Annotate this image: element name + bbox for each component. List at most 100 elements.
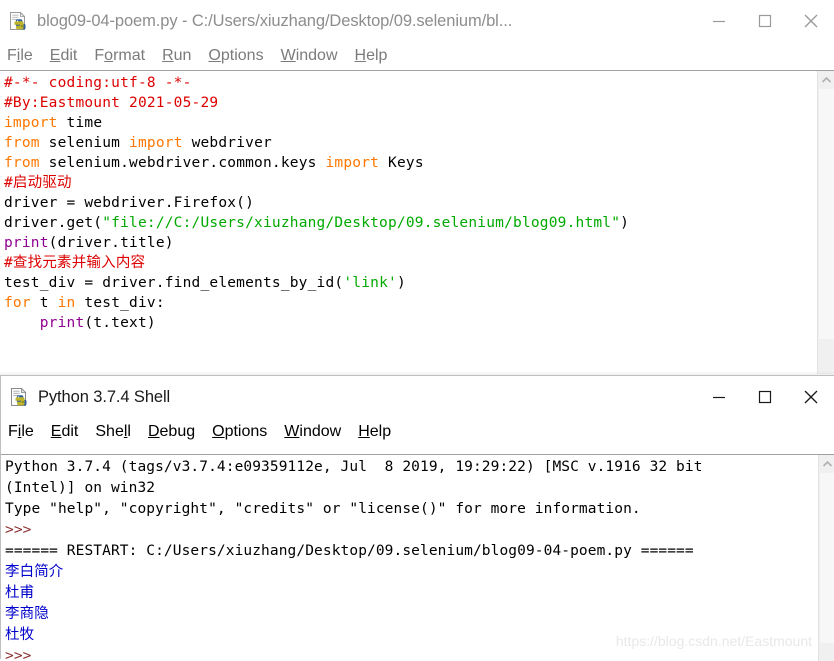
shell-menu-debug[interactable]: Debug	[148, 424, 195, 440]
editor-title-text: blog09-04-poem.py - C:/Users/xiuzhang/De…	[37, 11, 513, 30]
editor-menu-options[interactable]: Options	[208, 48, 263, 64]
code-token: import	[129, 135, 183, 151]
shell-menu-options[interactable]: Options	[212, 424, 267, 440]
code-token: selenium	[39, 135, 130, 151]
code-token: test_div:	[75, 295, 165, 311]
editor-code-line: from selenium import webdriver	[0, 133, 810, 153]
idle-editor-window: blog09-04-poem.py - C:/Users/xiuzhang/De…	[0, 0, 834, 378]
code-token: #启动驱动	[4, 175, 72, 191]
code-token: (Intel)] on win32	[5, 480, 156, 496]
code-token: Keys	[379, 155, 424, 171]
code-token: 李白简介	[5, 564, 64, 580]
editor-code-line: print(t.text)	[0, 313, 810, 333]
code-token: Type "help", "copyright", "credits" or "…	[5, 501, 641, 517]
editor-menu-window[interactable]: Window	[281, 48, 338, 64]
shell-output-line: Type "help", "copyright", "credits" or "…	[1, 499, 811, 520]
code-token: )	[396, 275, 406, 291]
shell-maximize-button[interactable]	[742, 376, 788, 418]
shell-menubar: File Edit Shell Debug Options Window Help	[1, 418, 834, 446]
code-token: in	[57, 295, 76, 311]
code-token: time	[57, 115, 103, 131]
editor-menu-run[interactable]: Run	[162, 48, 191, 64]
editor-close-button[interactable]	[788, 0, 834, 42]
editor-maximize-button[interactable]	[742, 0, 788, 42]
editor-code-line: driver.get("file://C:/Users/xiuzhang/Des…	[0, 213, 810, 233]
editor-scroll-thumb[interactable]	[819, 89, 834, 339]
python-idle-icon	[9, 387, 29, 407]
code-token: (driver.title)	[48, 235, 174, 251]
code-token: print	[4, 235, 49, 251]
editor-code-line: #By:Eastmount 2021-05-29	[0, 93, 810, 113]
code-token: print	[39, 315, 85, 331]
editor-code-line: for t in test_div:	[0, 293, 810, 313]
shell-titlebar[interactable]: Python 3.7.4 Shell	[1, 376, 834, 418]
code-token: driver = webdriver.Firefox()	[4, 195, 255, 211]
code-token: from	[4, 155, 40, 171]
code-token: #-*- coding:utf-8 -*-	[4, 75, 192, 91]
shell-output-line: 李白简介	[1, 562, 811, 583]
shell-menu-file[interactable]: File	[8, 424, 34, 440]
shell-scroll-up-arrow[interactable]	[819, 455, 834, 472]
code-token: 杜牧	[5, 627, 35, 643]
editor-titlebar[interactable]: blog09-04-poem.py - C:/Users/xiuzhang/De…	[0, 0, 834, 42]
shell-output-line: 杜甫	[1, 583, 811, 604]
shell-output-area[interactable]: Python 3.7.4 (tags/v3.7.4:e09359112e, Ju…	[1, 454, 834, 661]
code-token: selenium.webdriver.common.keys	[39, 155, 326, 171]
code-token: Python 3.7.4 (tags/v3.7.4:e09359112e, Ju…	[5, 459, 703, 475]
shell-minimize-button[interactable]	[696, 376, 742, 418]
editor-code-lines: #-*- coding:utf-8 -*- #By:Eastmount 2021-…	[0, 73, 810, 333]
editor-code-line: from selenium.webdriver.common.keys impo…	[0, 153, 810, 173]
code-token: driver.get(	[4, 215, 103, 231]
editor-vertical-scrollbar[interactable]	[817, 71, 834, 374]
shell-output-line: 李商隐	[1, 604, 811, 625]
editor-code-line: import time	[0, 113, 810, 133]
shell-menu-shell[interactable]: Shell	[95, 424, 131, 440]
shell-output-line: ====== RESTART: C:/Users/xiuzhang/Deskto…	[1, 541, 811, 562]
code-token: from	[4, 135, 40, 151]
editor-menu-format[interactable]: Format	[94, 48, 145, 64]
editor-menu-edit[interactable]: Edit	[50, 48, 78, 64]
shell-output-line: (Intel)] on win32	[1, 478, 811, 499]
code-token: )	[620, 215, 630, 231]
editor-menu-help[interactable]: Help	[355, 48, 388, 64]
code-token: 李商隐	[5, 606, 49, 622]
editor-code-line: #查找元素并输入内容	[0, 253, 810, 273]
shell-menu-help[interactable]: Help	[358, 424, 391, 440]
code-token: t	[30, 295, 58, 311]
editor-code-area[interactable]: #-*- coding:utf-8 -*- #By:Eastmount 2021-…	[0, 70, 834, 374]
editor-menubar: File Edit Format Run Options Window Help	[0, 42, 834, 70]
shell-title-text: Python 3.7.4 Shell	[38, 387, 171, 406]
code-token: >>>	[5, 648, 41, 661]
editor-scroll-up-arrow[interactable]	[818, 71, 834, 88]
code-token: 'link'	[343, 275, 397, 291]
python-idle-icon	[8, 11, 28, 31]
shell-menu-window[interactable]: Window	[284, 424, 341, 440]
shell-output-line: 杜牧	[1, 625, 811, 646]
code-token: test_div = driver.find_elements_by_id(	[4, 275, 344, 291]
code-token: 杜甫	[5, 585, 35, 601]
shell-output-lines: Python 3.7.4 (tags/v3.7.4:e09359112e, Ju…	[1, 457, 811, 661]
code-token: >>>	[5, 522, 41, 538]
code-token: #查找元素并输入内容	[4, 255, 146, 271]
code-token: "file://C:/Users/xiuzhang/Desktop/09.sel…	[102, 215, 621, 231]
code-token: for	[4, 295, 31, 311]
editor-code-line: print(driver.title)	[0, 233, 810, 253]
editor-code-line: #启动驱动	[0, 173, 810, 193]
shell-output-line: >>>	[1, 520, 811, 541]
editor-code-line: #-*- coding:utf-8 -*-	[0, 73, 810, 93]
code-token: import	[4, 115, 58, 131]
shell-close-button[interactable]	[788, 376, 834, 418]
shell-menu-edit[interactable]: Edit	[51, 424, 79, 440]
editor-window-controls	[696, 0, 834, 42]
python-shell-window: Python 3.7.4 Shell File Edit Shell Debug Opt…	[0, 375, 834, 661]
editor-menu-file[interactable]: File	[7, 48, 33, 64]
shell-scroll-thumb[interactable]	[820, 473, 834, 643]
shell-output-line: Python 3.7.4 (tags/v3.7.4:e09359112e, Ju…	[1, 457, 811, 478]
code-token: ====== RESTART: C:/Users/xiuzhang/Deskto…	[5, 543, 694, 559]
shell-vertical-scrollbar[interactable]	[818, 455, 834, 661]
editor-minimize-button[interactable]	[696, 0, 742, 42]
shell-window-controls	[696, 376, 834, 418]
editor-code-line: driver = webdriver.Firefox()	[0, 193, 810, 213]
code-token: #By:Eastmount 2021-05-29	[4, 95, 219, 111]
